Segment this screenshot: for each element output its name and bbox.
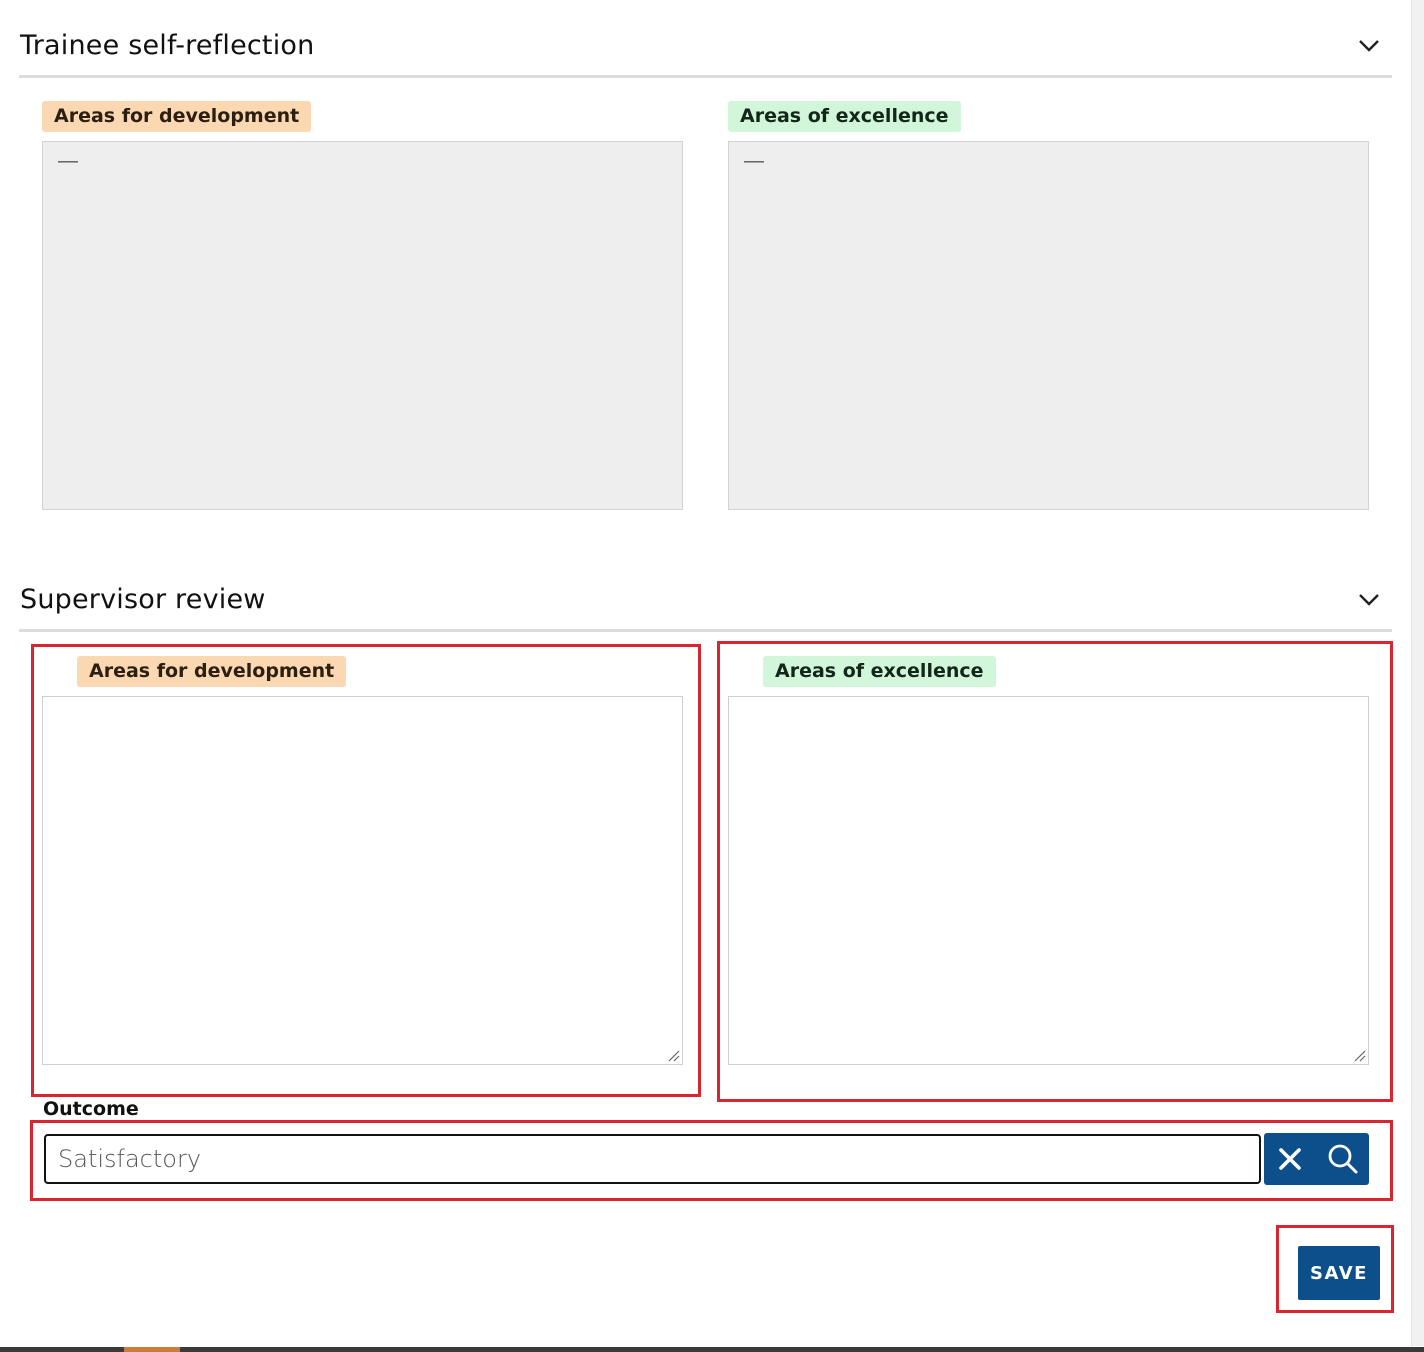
supervisor-section-header[interactable]: Supervisor review	[19, 554, 1392, 632]
chevron-down-icon[interactable]	[1358, 39, 1380, 53]
scrollbar[interactable]	[1411, 0, 1424, 1346]
trainee-excellence-value: —	[744, 150, 764, 172]
resize-grip-icon[interactable]	[1354, 1050, 1366, 1062]
supervisor-development-textarea[interactable]	[42, 696, 683, 1065]
trainee-excellence-field: —	[728, 141, 1369, 510]
close-icon	[1279, 1148, 1302, 1170]
trainee-development-value: —	[58, 150, 78, 172]
lookup-outcome-button[interactable]	[1317, 1133, 1370, 1185]
trainee-development-field: —	[42, 141, 683, 510]
supervisor-excellence-badge: Areas of excellence	[763, 656, 996, 687]
trainee-development-badge: Areas for development	[42, 101, 312, 132]
trainee-section-header[interactable]: Trainee self-reflection	[19, 0, 1392, 78]
outcome-actions	[1264, 1133, 1369, 1185]
supervisor-development-badge: Areas for development	[77, 656, 347, 687]
supervisor-excellence-textarea[interactable]	[728, 696, 1369, 1065]
outcome-input[interactable]: Satisfactory	[44, 1134, 1261, 1184]
outcome-label: Outcome	[43, 1098, 139, 1120]
bottom-bar-accent	[124, 1347, 180, 1352]
bottom-bar	[0, 1347, 1424, 1352]
chevron-down-icon[interactable]	[1358, 593, 1380, 607]
search-icon	[1328, 1144, 1358, 1174]
trainee-excellence-badge: Areas of excellence	[728, 101, 961, 132]
resize-grip-icon[interactable]	[668, 1050, 680, 1062]
clear-outcome-button[interactable]	[1264, 1133, 1317, 1185]
save-button[interactable]: SAVE	[1298, 1246, 1380, 1300]
supervisor-section-title: Supervisor review	[20, 584, 266, 615]
trainee-section-title: Trainee self-reflection	[20, 30, 315, 61]
